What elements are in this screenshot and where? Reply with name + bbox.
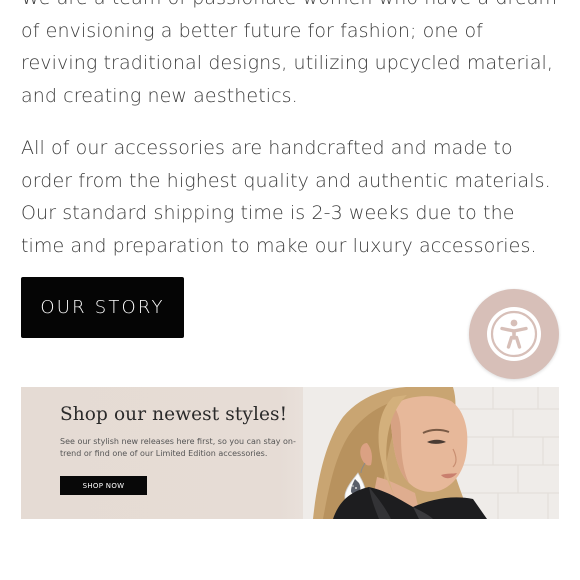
shop-now-button[interactable]: SHOP NOW bbox=[60, 476, 147, 495]
banner-subtitle: See our stylish new releases here first,… bbox=[60, 437, 296, 458]
accessibility-widget-button[interactable] bbox=[469, 289, 559, 379]
banner-title: Shop our newest styles! bbox=[60, 404, 288, 425]
newest-styles-banner[interactable]: Shop our newest styles! See our stylish … bbox=[21, 387, 559, 519]
accessibility-person-icon bbox=[490, 310, 538, 358]
about-section: We are a team of passionate women who ha… bbox=[21, 0, 561, 262]
woman-wearing-teardrop-earring-photo bbox=[303, 387, 559, 519]
about-paragraph-1: We are a team of passionate women who ha… bbox=[21, 0, 557, 107]
about-paragraph-2: All of our accessories are handcrafted a… bbox=[21, 137, 551, 257]
accessibility-icon-circle bbox=[487, 307, 541, 361]
our-story-button[interactable]: OUR STORY bbox=[21, 277, 184, 338]
